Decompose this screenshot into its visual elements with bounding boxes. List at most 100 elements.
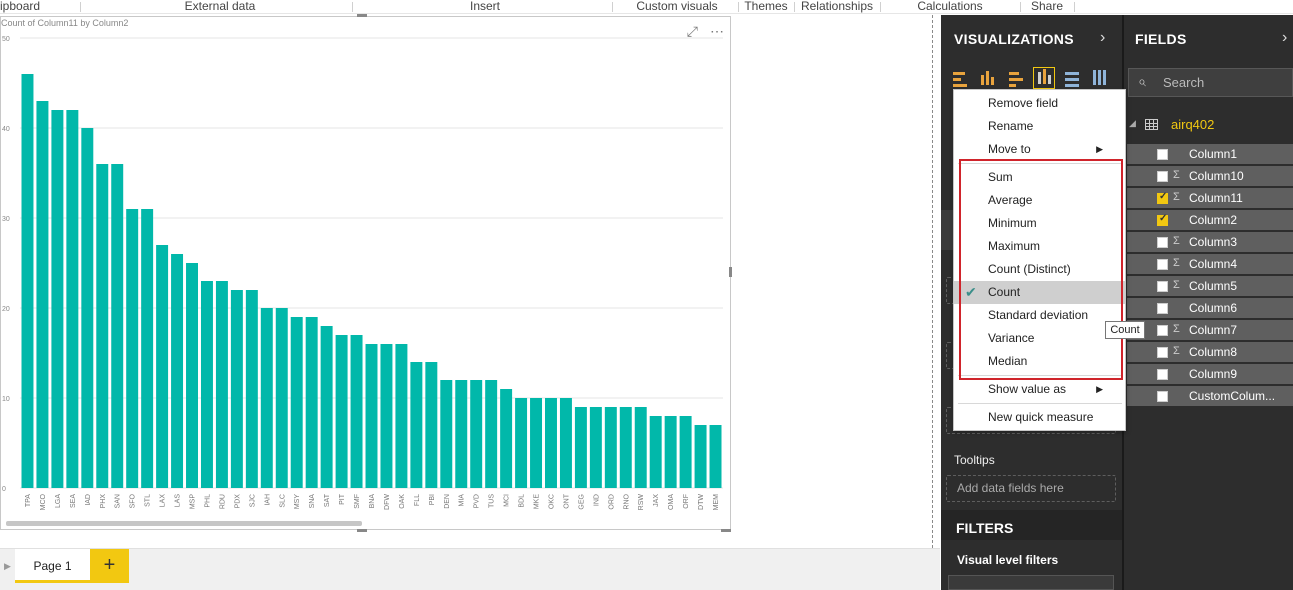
bar[interactable] <box>230 290 243 488</box>
bar[interactable] <box>141 209 154 488</box>
field-checkbox[interactable] <box>1157 281 1168 292</box>
field-checkbox[interactable] <box>1157 347 1168 358</box>
page-scroll-left-icon[interactable]: ▶ <box>4 561 11 572</box>
field-checkbox[interactable] <box>1157 191 1168 204</box>
bar[interactable] <box>694 425 707 488</box>
field-item[interactable]: Σ Column3 <box>1127 232 1293 253</box>
bar[interactable] <box>589 407 602 488</box>
bar[interactable] <box>186 263 198 488</box>
bar[interactable] <box>51 110 64 488</box>
bar[interactable] <box>200 281 213 488</box>
bar[interactable] <box>709 425 722 488</box>
bar[interactable] <box>380 344 393 488</box>
menu-item-remove-field[interactable]: Remove field <box>954 92 1125 115</box>
100-stacked-column-chart-icon[interactable] <box>1089 67 1111 89</box>
menu-item-new-quick-measure[interactable]: New quick measure <box>954 406 1125 429</box>
bar[interactable] <box>604 407 617 488</box>
bar[interactable] <box>395 344 408 488</box>
visual-level-filters-card[interactable] <box>948 575 1114 590</box>
bar[interactable] <box>485 380 498 488</box>
bar[interactable] <box>410 362 423 488</box>
x-tick-label: MCO <box>40 493 47 510</box>
bar[interactable] <box>440 380 453 488</box>
expand-collapse-icon[interactable]: ◢ <box>1129 118 1136 129</box>
clustered-column-chart-icon[interactable] <box>1033 67 1055 89</box>
bar[interactable] <box>335 335 348 488</box>
field-search-input[interactable]: Search <box>1128 68 1293 97</box>
field-checkbox[interactable] <box>1157 149 1168 160</box>
bar[interactable] <box>260 308 273 488</box>
field-item[interactable]: Σ Column7 <box>1127 320 1293 341</box>
bar[interactable] <box>96 164 109 488</box>
field-item[interactable]: Column2 <box>1127 210 1293 231</box>
bar[interactable] <box>425 362 438 488</box>
menu-item-rename[interactable]: Rename <box>954 115 1125 138</box>
field-checkbox[interactable] <box>1157 369 1168 380</box>
field-item[interactable]: Σ Column8 <box>1127 342 1293 363</box>
menu-item-move-to[interactable]: Move to ▶ <box>954 138 1125 161</box>
resize-handle-right[interactable] <box>729 267 732 277</box>
bar[interactable] <box>126 209 139 488</box>
bar[interactable] <box>81 128 94 488</box>
100-stacked-bar-chart-icon[interactable] <box>1061 67 1083 89</box>
field-item[interactable]: Column9 <box>1127 364 1293 385</box>
field-item[interactable]: Column1 <box>1127 144 1293 165</box>
field-name: Column10 <box>1189 169 1244 183</box>
menu-item-show-value-as[interactable]: Show value as ▶ <box>954 378 1125 401</box>
tab-page-1[interactable]: Page 1 <box>15 549 90 583</box>
bar[interactable] <box>649 416 662 488</box>
bar[interactable] <box>470 380 483 488</box>
bar[interactable] <box>36 101 49 488</box>
bar[interactable] <box>66 110 79 488</box>
bar[interactable] <box>619 407 632 488</box>
clustered-bar-chart-icon[interactable] <box>1005 67 1027 89</box>
resize-handle-bottom[interactable] <box>357 529 367 532</box>
tooltips-drop-zone[interactable]: Add data fields here <box>946 475 1116 502</box>
bar[interactable] <box>664 416 677 488</box>
stacked-bar-chart-icon[interactable] <box>949 67 971 89</box>
field-checkbox[interactable] <box>1157 237 1168 248</box>
bar[interactable] <box>305 317 318 488</box>
bar[interactable] <box>21 74 34 488</box>
field-item[interactable]: Σ Column5 <box>1127 276 1293 297</box>
field-checkbox[interactable] <box>1157 259 1168 270</box>
resize-handle-top[interactable] <box>357 14 367 17</box>
field-item[interactable]: CustomColum... <box>1127 386 1293 407</box>
bar[interactable] <box>545 398 557 488</box>
field-checkbox[interactable] <box>1157 391 1168 402</box>
bar[interactable] <box>320 326 333 488</box>
field-checkbox[interactable] <box>1157 303 1168 314</box>
collapse-visualizations-icon[interactable]: › <box>1100 29 1105 47</box>
field-item[interactable]: Σ Column11 <box>1127 188 1293 209</box>
bar[interactable] <box>275 308 288 488</box>
x-tick-label: PHX <box>100 494 107 509</box>
bar[interactable] <box>290 317 303 488</box>
add-page-button[interactable]: + <box>90 549 129 583</box>
bar[interactable] <box>634 407 647 488</box>
stacked-column-chart-icon[interactable] <box>977 67 999 89</box>
field-checkbox[interactable] <box>1157 171 1168 182</box>
bar[interactable] <box>111 164 124 488</box>
field-checkbox[interactable] <box>1157 213 1168 226</box>
bar[interactable] <box>500 389 513 488</box>
bar[interactable] <box>455 380 468 488</box>
bar[interactable] <box>171 254 184 488</box>
bar[interactable] <box>559 398 572 488</box>
collapse-fields-icon[interactable]: › <box>1282 29 1287 47</box>
bar[interactable] <box>215 281 228 488</box>
field-checkbox[interactable] <box>1157 325 1168 336</box>
bar-chart-visual[interactable]: Count of Column11 by Column2 ⤢ ⋯ 0 10 20 30 4… <box>0 16 731 530</box>
bar[interactable] <box>530 398 543 488</box>
bar[interactable] <box>365 344 378 488</box>
field-item[interactable]: Column6 <box>1127 298 1293 319</box>
bar[interactable] <box>156 245 169 488</box>
field-item[interactable]: Σ Column10 <box>1127 166 1293 187</box>
bar[interactable] <box>245 290 258 488</box>
bar[interactable] <box>515 398 528 488</box>
bar[interactable] <box>350 335 363 488</box>
bar[interactable] <box>679 416 692 488</box>
bar[interactable] <box>574 407 587 488</box>
resize-handle-corner[interactable] <box>721 529 731 532</box>
table-airq402[interactable]: ◢ airq402 <box>1124 115 1293 135</box>
field-item[interactable]: Σ Column4 <box>1127 254 1293 275</box>
